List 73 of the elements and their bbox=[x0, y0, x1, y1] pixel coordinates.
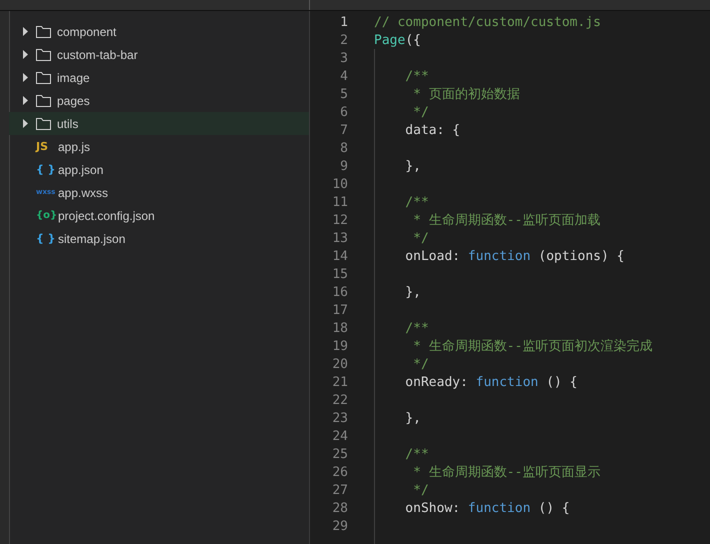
folder-icon bbox=[36, 72, 51, 84]
expand-arrow-icon[interactable] bbox=[22, 119, 29, 128]
line-number: 28 bbox=[331, 500, 348, 516]
line-number: 19 bbox=[331, 338, 348, 354]
line-number: 17 bbox=[331, 302, 348, 318]
line-number: 1 bbox=[339, 14, 348, 30]
explorer-item[interactable]: { } sitemap.json bbox=[9, 227, 309, 250]
line-number: 18 bbox=[331, 320, 348, 336]
line-number: 22 bbox=[331, 392, 348, 408]
code-line: onReady: function () { bbox=[404, 374, 578, 390]
line-number: 15 bbox=[331, 266, 348, 282]
explorer-item[interactable]: {o}project.config.json bbox=[9, 204, 309, 227]
line-number: 8 bbox=[339, 140, 348, 156]
js-file-icon: JS bbox=[36, 141, 58, 152]
line-number: 25 bbox=[331, 446, 348, 462]
code-line: /** bbox=[404, 446, 429, 462]
explorer-item[interactable]: { } app.json bbox=[9, 158, 309, 181]
line-number: 20 bbox=[331, 356, 348, 372]
explorer-item[interactable]: custom-tab-bar bbox=[9, 43, 309, 66]
explorer-item[interactable]: image bbox=[9, 66, 309, 89]
line-number: 14 bbox=[331, 248, 348, 264]
expand-arrow-icon[interactable] bbox=[22, 96, 29, 105]
code-line: /** bbox=[404, 68, 429, 84]
code-line: * 生命周期函数--监听页面显示 bbox=[412, 464, 600, 481]
line-number: 24 bbox=[331, 428, 348, 444]
line-number: 4 bbox=[339, 68, 348, 84]
code-line: /** bbox=[404, 320, 429, 336]
code-line: Page({ bbox=[374, 32, 421, 48]
code-line: */ bbox=[412, 356, 429, 372]
code-line: // component/custom/custom.js bbox=[374, 14, 601, 30]
folder-icon bbox=[36, 48, 51, 60]
code-line: onShow: function () { bbox=[404, 500, 570, 516]
line-number: 16 bbox=[331, 284, 348, 300]
line-number: 10 bbox=[331, 176, 348, 192]
line-number: 21 bbox=[331, 374, 348, 390]
expand-arrow-icon[interactable] bbox=[22, 50, 29, 59]
code-line: }, bbox=[404, 284, 421, 300]
line-number: 12 bbox=[331, 212, 348, 228]
code-line: /** bbox=[404, 194, 429, 210]
code-line: * 生命周期函数--监听页面加载 bbox=[412, 212, 600, 229]
line-number: 11 bbox=[331, 194, 348, 210]
braces-icon: { } bbox=[36, 164, 58, 175]
code-line: * 生命周期函数--监听页面初次渲染完成 bbox=[412, 338, 652, 355]
braces-icon: { } bbox=[36, 233, 58, 244]
explorer-item[interactable]: component bbox=[9, 20, 309, 43]
line-number: 23 bbox=[331, 410, 348, 426]
line-number: 26 bbox=[331, 464, 348, 480]
line-number: 5 bbox=[339, 86, 348, 102]
explorer-item[interactable]: pages bbox=[9, 89, 309, 112]
line-number: 29 bbox=[331, 518, 348, 534]
expand-arrow-icon[interactable] bbox=[22, 73, 29, 82]
explorer-item[interactable]: utils bbox=[9, 112, 309, 135]
folder-icon bbox=[36, 94, 51, 106]
code-line: * 页面的初始数据 bbox=[412, 86, 520, 103]
line-number: 13 bbox=[331, 230, 348, 246]
line-number: 6 bbox=[339, 104, 348, 120]
line-number: 9 bbox=[339, 158, 348, 174]
code-line: */ bbox=[412, 230, 429, 246]
code-line: data: { bbox=[404, 122, 460, 138]
code-line: */ bbox=[412, 482, 429, 498]
code-line: }, bbox=[404, 410, 421, 426]
gear-braces-icon: {o} bbox=[36, 210, 58, 220]
code-line: }, bbox=[404, 158, 421, 174]
folder-icon bbox=[36, 26, 51, 38]
line-number: 7 bbox=[339, 122, 348, 138]
line-number: 27 bbox=[331, 482, 348, 498]
folder-icon bbox=[36, 118, 51, 130]
line-number: 2 bbox=[339, 32, 348, 48]
line-number: 3 bbox=[339, 50, 348, 66]
code-line: onLoad: function (options) { bbox=[404, 248, 624, 264]
expand-arrow-icon[interactable] bbox=[22, 27, 29, 36]
code-line: */ bbox=[412, 104, 429, 120]
explorer-item[interactable]: JS app.js bbox=[9, 135, 309, 158]
